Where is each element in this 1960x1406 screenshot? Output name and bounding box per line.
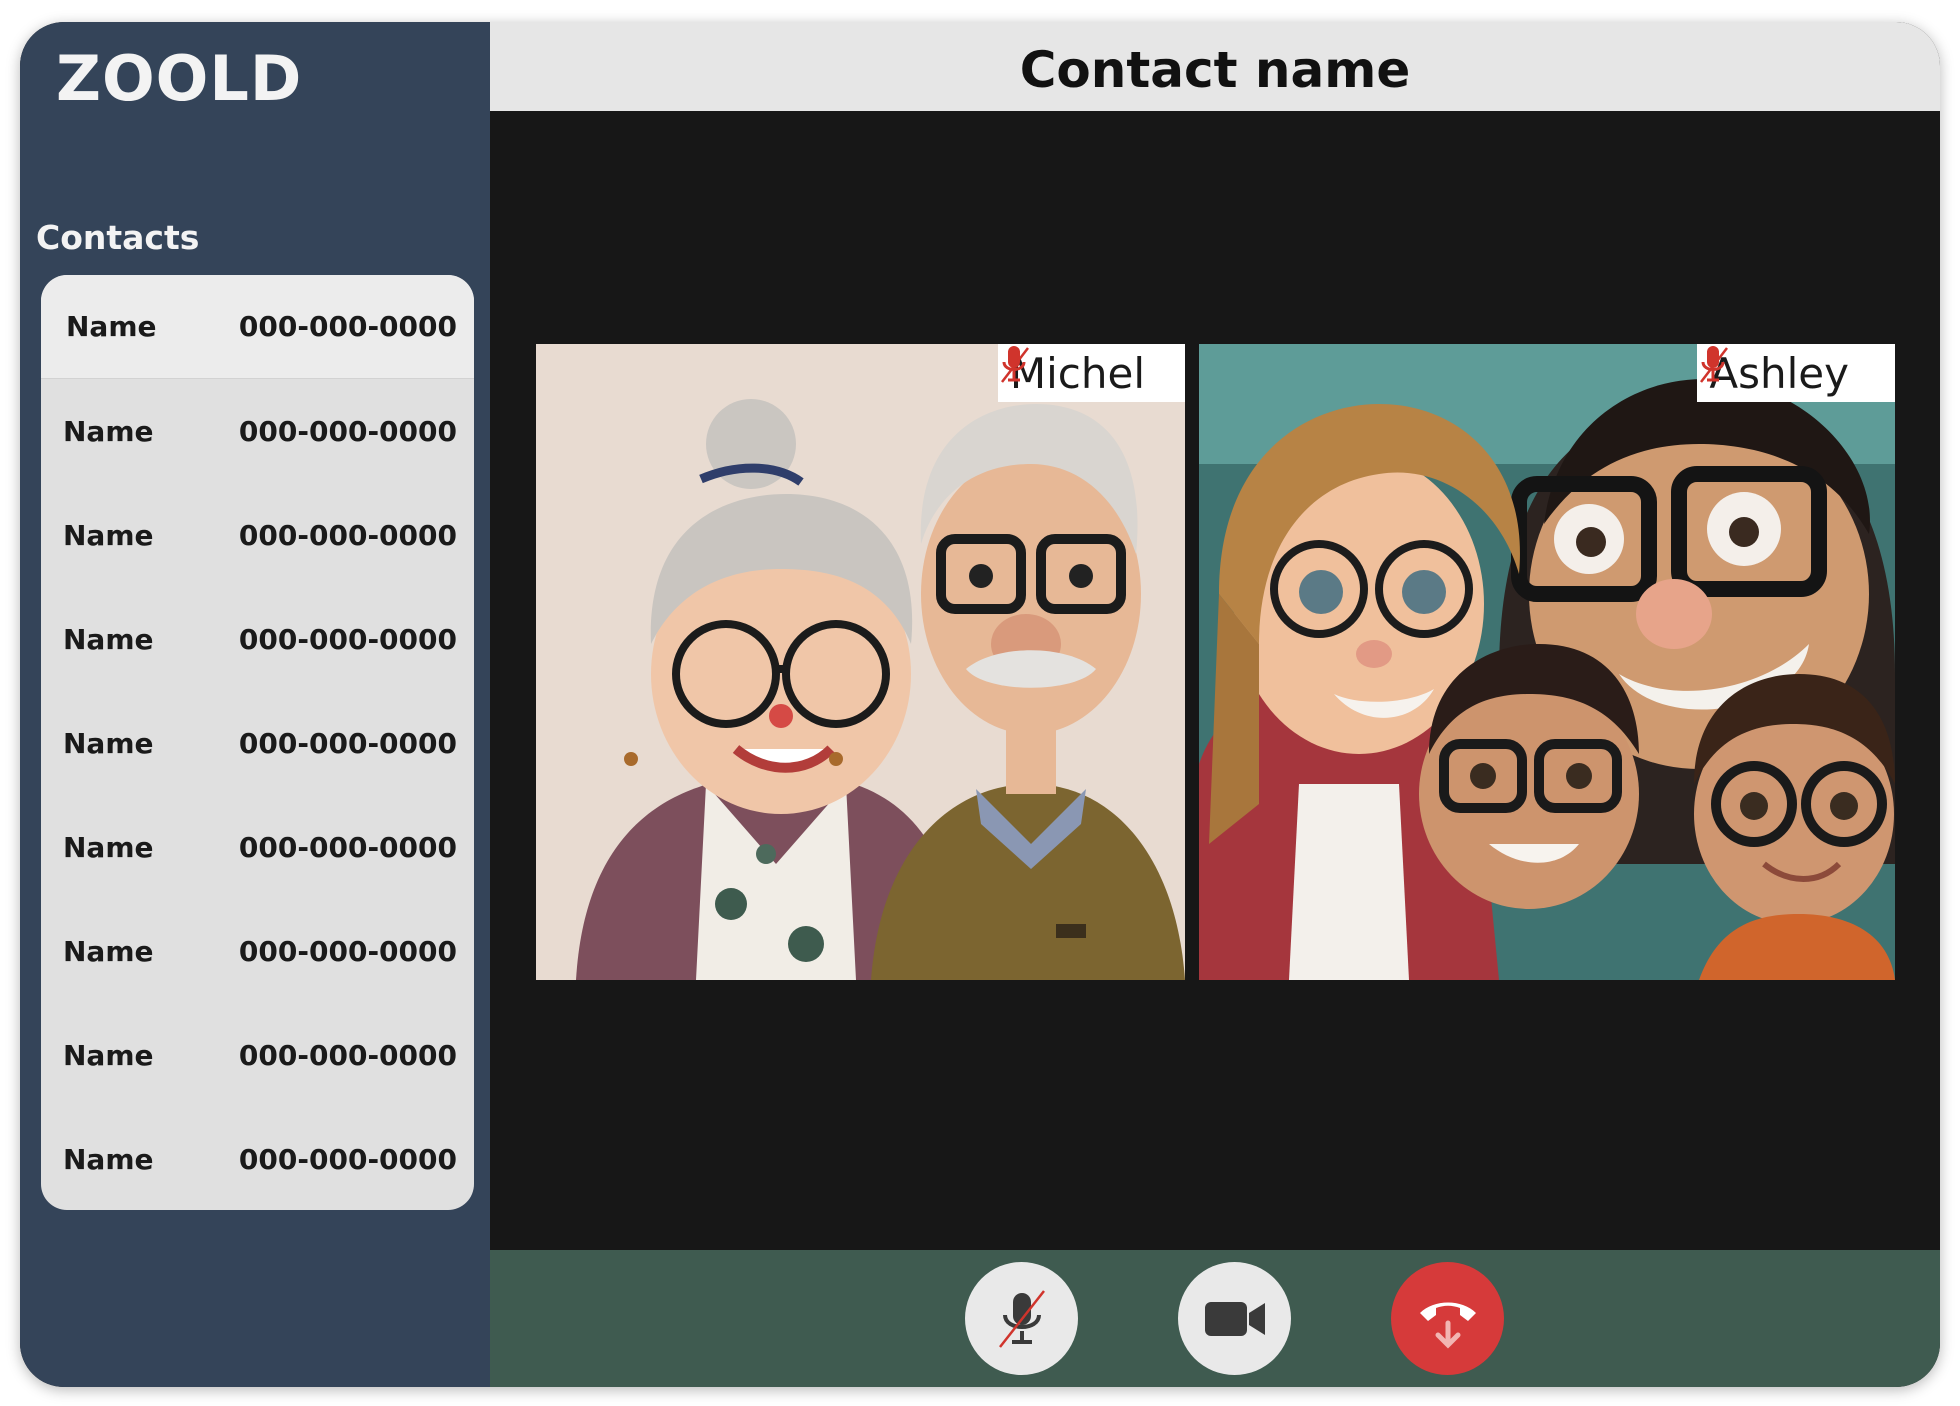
contact-name: Name [63,622,154,656]
video-call-app: ZOOLD Contacts Name 000-000-0000 Name 00… [20,22,1940,1387]
video-toggle-button[interactable] [1178,1262,1291,1375]
contact-name: Name [63,830,154,864]
contact-name: Name [63,934,154,968]
contact-name: Name [63,726,154,760]
contact-title: Contact name [1019,40,1411,99]
contact-name: Name [66,310,157,343]
app-logo: ZOOLD [56,42,303,115]
contact-phone: 000-000-0000 [238,1142,457,1176]
participant-video-image [536,344,1185,980]
call-header: Contact name [490,22,1940,111]
participant-name-tag: Ashley [1697,344,1895,402]
contact-row[interactable]: Name 000-000-0000 [41,275,474,379]
contact-name: Name [63,1142,154,1176]
contact-phone: 000-000-0000 [238,1038,457,1072]
contact-name: Name [63,414,154,448]
contact-row[interactable]: Name 000-000-0000 [41,795,474,899]
participant-video-ashley[interactable]: Ashley [1199,344,1895,980]
contact-list: Name 000-000-0000 Name 000-000-0000 Name… [41,275,474,1210]
mute-button[interactable] [965,1262,1078,1375]
hang-up-icon [1419,1302,1476,1349]
mic-off-icon [1000,346,1029,383]
video-stage: Michel Ashley [490,111,1940,1250]
contact-row[interactable]: Name 000-000-0000 [41,691,474,795]
end-call-button[interactable] [1391,1262,1504,1375]
contact-phone: 000-000-0000 [238,518,457,552]
participant-video-michel[interactable]: Michel [536,344,1185,980]
contact-row[interactable]: Name 000-000-0000 [41,1003,474,1107]
call-area: Contact name Michel Ashley [490,22,1940,1387]
video-camera-icon [1204,1301,1265,1336]
contact-phone: 000-000-0000 [238,726,457,760]
contacts-heading: Contacts [36,218,200,257]
participant-name-tag: Michel [997,344,1185,402]
call-controls-bar [490,1250,1940,1387]
contact-row[interactable]: Name 000-000-0000 [41,587,474,691]
mic-off-icon [998,1289,1045,1348]
contact-row[interactable]: Name 000-000-0000 [41,483,474,587]
contact-phone: 000-000-0000 [238,310,457,343]
contact-row[interactable]: Name 000-000-0000 [41,379,474,483]
contact-row[interactable]: Name 000-000-0000 [41,1107,474,1210]
mic-off-icon [1700,346,1729,383]
contact-phone: 000-000-0000 [238,934,457,968]
sidebar: ZOOLD Contacts Name 000-000-0000 Name 00… [20,22,490,1387]
contact-name: Name [63,1038,154,1072]
contact-name: Name [63,518,154,552]
contact-phone: 000-000-0000 [238,414,457,448]
contact-phone: 000-000-0000 [238,830,457,864]
contact-row[interactable]: Name 000-000-0000 [41,899,474,1003]
contact-phone: 000-000-0000 [238,622,457,656]
participant-video-image [1199,344,1895,980]
